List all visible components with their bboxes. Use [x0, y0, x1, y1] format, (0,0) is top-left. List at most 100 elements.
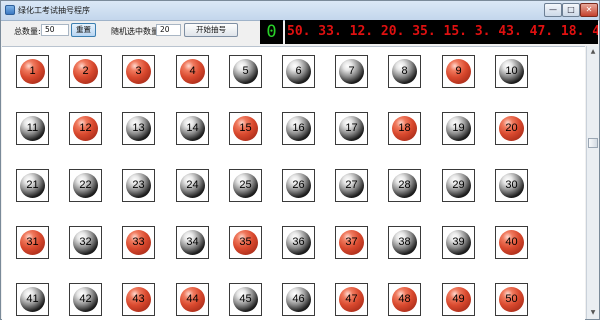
scrollbar-thumb[interactable]: [588, 138, 598, 148]
ball-cell[interactable]: 5: [229, 55, 262, 88]
ball-cell[interactable]: 4: [176, 55, 209, 88]
ball-cell[interactable]: 20: [495, 112, 528, 145]
title-bar: 绿化工考试抽号程序 — □ ✕: [1, 1, 599, 21]
ball-cell[interactable]: 31: [16, 226, 49, 259]
number-ball: 38: [392, 230, 417, 255]
number-ball: 31: [20, 230, 45, 255]
ball-cell[interactable]: 29: [442, 169, 475, 202]
number-ball: 49: [446, 287, 471, 312]
number-ball: 41: [20, 287, 45, 312]
ball-cell[interactable]: 11: [16, 112, 49, 145]
ball-cell[interactable]: 3: [122, 55, 155, 88]
number-ball: 40: [499, 230, 524, 255]
number-ball: 46: [286, 287, 311, 312]
ball-cell[interactable]: 49: [442, 283, 475, 316]
ball-cell[interactable]: 24: [176, 169, 209, 202]
ball-cell[interactable]: 30: [495, 169, 528, 202]
total-label: 总数量:: [14, 27, 41, 36]
number-ball: 26: [286, 173, 311, 198]
reset-button[interactable]: 重置: [71, 23, 96, 37]
ball-cell[interactable]: 15: [229, 112, 262, 145]
ball-cell[interactable]: 37: [335, 226, 368, 259]
ball-cell[interactable]: 19: [442, 112, 475, 145]
minimize-button[interactable]: —: [544, 3, 562, 17]
vertical-scrollbar[interactable]: ▲ ▼: [586, 46, 599, 319]
ball-cell[interactable]: 32: [69, 226, 102, 259]
start-draw-button[interactable]: 开始抽号: [184, 23, 238, 37]
ball-cell[interactable]: 35: [229, 226, 262, 259]
ball-cell[interactable]: 44: [176, 283, 209, 316]
ball-cell[interactable]: 10: [495, 55, 528, 88]
ball-cell[interactable]: 18: [388, 112, 421, 145]
number-ball: 50: [499, 287, 524, 312]
number-ball: 48: [392, 287, 417, 312]
ball-cell[interactable]: 1: [16, 55, 49, 88]
ball-cell[interactable]: 41: [16, 283, 49, 316]
scroll-down-icon[interactable]: ▼: [588, 308, 598, 318]
number-ball: 21: [20, 173, 45, 198]
ball-cell[interactable]: 27: [335, 169, 368, 202]
close-button[interactable]: ✕: [580, 3, 598, 17]
ball-cell[interactable]: 50: [495, 283, 528, 316]
ball-cell[interactable]: 45: [229, 283, 262, 316]
ball-cell[interactable]: 23: [122, 169, 155, 202]
ball-cell[interactable]: 9: [442, 55, 475, 88]
ball-cell[interactable]: 17: [335, 112, 368, 145]
number-ball: 39: [446, 230, 471, 255]
number-ball: 34: [180, 230, 205, 255]
number-ball: 22: [73, 173, 98, 198]
number-ball: 18: [392, 116, 417, 141]
ball-cell[interactable]: 46: [282, 283, 315, 316]
ball-cell[interactable]: 12: [69, 112, 102, 145]
ball-cell[interactable]: 28: [388, 169, 421, 202]
number-ball: 4: [180, 59, 205, 84]
ball-cell[interactable]: 22: [69, 169, 102, 202]
number-ball: 36: [286, 230, 311, 255]
number-ball: 16: [286, 116, 311, 141]
app-window: 绿化工考试抽号程序 — □ ✕ 总数量: 50 重置 随机选中数量: 20 开始…: [0, 0, 600, 320]
ball-cell[interactable]: 16: [282, 112, 315, 145]
number-ball: 24: [180, 173, 205, 198]
number-ball: 7: [339, 59, 364, 84]
random-count-input[interactable]: 20: [156, 24, 181, 36]
number-ball: 13: [126, 116, 151, 141]
number-ball: 44: [180, 287, 205, 312]
ball-cell[interactable]: 2: [69, 55, 102, 88]
total-input[interactable]: 50: [41, 24, 69, 36]
ball-cell[interactable]: 8: [388, 55, 421, 88]
number-ball: 27: [339, 173, 364, 198]
window-title: 绿化工考试抽号程序: [18, 6, 90, 15]
scroll-up-icon[interactable]: ▲: [588, 47, 598, 57]
ball-cell[interactable]: 38: [388, 226, 421, 259]
app-icon: [5, 5, 15, 15]
ball-cell[interactable]: 21: [16, 169, 49, 202]
ball-cell[interactable]: 36: [282, 226, 315, 259]
ball-cell[interactable]: 26: [282, 169, 315, 202]
ball-cell[interactable]: 6: [282, 55, 315, 88]
ball-cell[interactable]: 48: [388, 283, 421, 316]
number-ball: 47: [339, 287, 364, 312]
number-ball: 2: [73, 59, 98, 84]
maximize-button[interactable]: □: [562, 3, 580, 17]
number-ball: 1: [20, 59, 45, 84]
ball-cell[interactable]: 43: [122, 283, 155, 316]
ball-cell[interactable]: 7: [335, 55, 368, 88]
ball-cell[interactable]: 33: [122, 226, 155, 259]
ball-cell[interactable]: 47: [335, 283, 368, 316]
ball-cell[interactable]: 13: [122, 112, 155, 145]
ball-cell[interactable]: 39: [442, 226, 475, 259]
number-ball: 8: [392, 59, 417, 84]
number-ball: 43: [126, 287, 151, 312]
ball-cell[interactable]: 40: [495, 226, 528, 259]
result-ticker-text: 50. 33. 12. 20. 35. 15. 3. 43. 47. 18. 4…: [287, 24, 598, 39]
number-ball: 11: [20, 116, 45, 141]
number-ball: 3: [126, 59, 151, 84]
ball-cell[interactable]: 25: [229, 169, 262, 202]
random-count-label: 随机选中数量:: [111, 27, 162, 36]
number-ball: 33: [126, 230, 151, 255]
ball-grid: 1 2 3 4 5 6 7 8 9 10 11 12 13 14 15 16 17 18 19 20 21 22 23 24 2…: [2, 46, 585, 320]
number-ball: 19: [446, 116, 471, 141]
ball-cell[interactable]: 14: [176, 112, 209, 145]
ball-cell[interactable]: 42: [69, 283, 102, 316]
ball-cell[interactable]: 34: [176, 226, 209, 259]
